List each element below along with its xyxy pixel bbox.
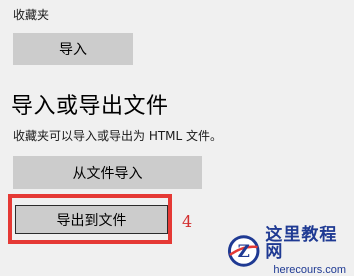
watermark-title: 这里教程网 [265, 224, 338, 262]
import-from-file-button[interactable]: 从文件导入 [13, 156, 202, 189]
step-number-annotation: 4 [182, 212, 193, 231]
watermark-url: herecours.com [273, 263, 347, 276]
favorites-section-label: 收藏夹 [13, 8, 50, 22]
import-export-description: 收藏夹可以导入或导出为 HTML 文件。 [13, 129, 223, 143]
site-watermark: Z 这里教程网 herecours.com [226, 224, 354, 276]
logo-letter: Z [238, 241, 250, 261]
export-to-file-button[interactable]: 导出到文件 [15, 205, 168, 234]
import-export-heading: 导入或导出文件 [11, 94, 169, 119]
import-button[interactable]: 导入 [13, 33, 133, 65]
site-logo-icon: Z [227, 235, 260, 267]
